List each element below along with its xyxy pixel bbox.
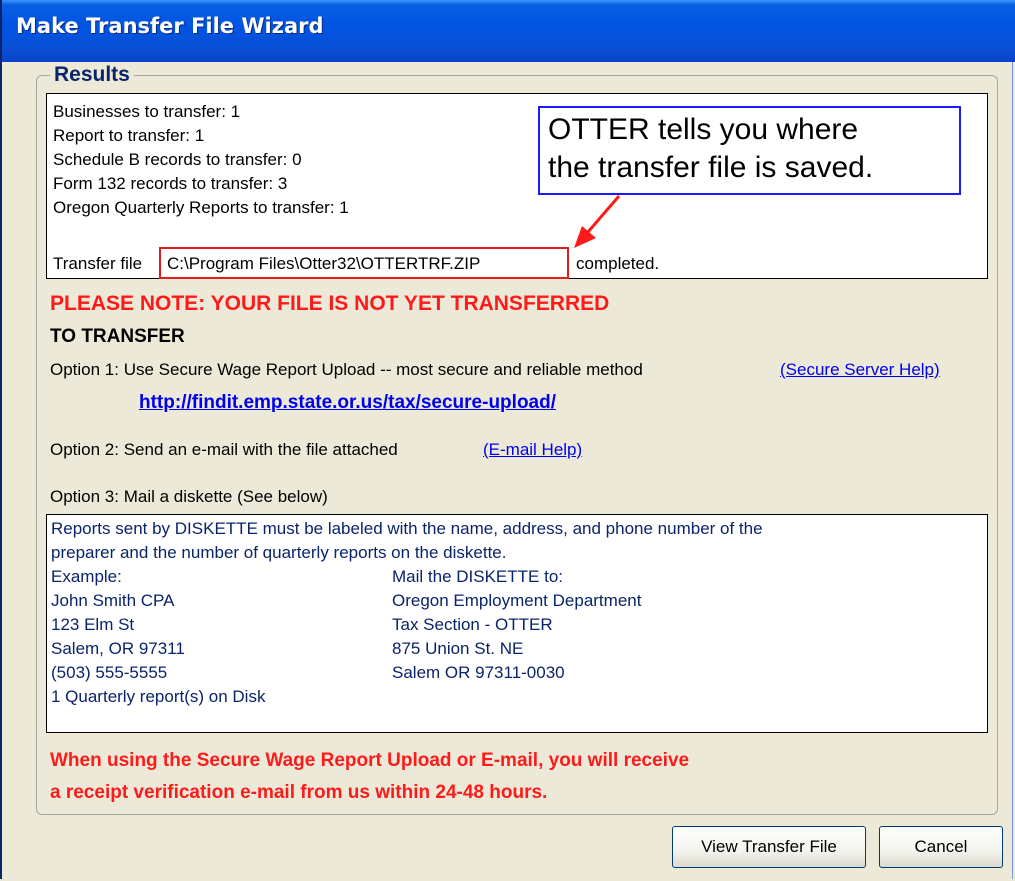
example-line: 123 Elm St — [51, 615, 135, 634]
view-transfer-file-button[interactable]: View Transfer File — [672, 826, 866, 868]
diskette-instructions-box[interactable]: Reports sent by DISKETTE must be labeled… — [46, 514, 988, 733]
email-help-link[interactable]: (E-mail Help) — [483, 440, 582, 460]
results-line: Form 132 records to transfer: 3 — [53, 174, 288, 193]
annotation-callout: OTTER tells you where the transfer file … — [538, 106, 961, 195]
example-line: Example: — [51, 567, 122, 586]
transfer-path-highlight — [159, 247, 569, 279]
option1-text: Option 1: Use Secure Wage Report Upload … — [50, 360, 643, 379]
callout-line1: OTTER tells you where — [548, 113, 859, 146]
wizard-window: Make Transfer File Wizard Results Busine… — [0, 0, 1015, 879]
mail-address-line: 875 Union St. NE — [392, 639, 524, 658]
option3-text: Option 3: Mail a diskette (See below) — [50, 487, 328, 506]
mail-address-line: Oregon Employment Department — [392, 591, 642, 610]
example-line: 1 Quarterly report(s) on Disk — [51, 687, 266, 706]
example-line: Salem, OR 97311 — [51, 639, 185, 658]
receipt-notice-line2: a receipt verification e-mail from us wi… — [50, 782, 548, 803]
diskette-intro-line: Reports sent by DISKETTE must be labeled… — [51, 519, 763, 538]
not-transferred-warning: PLEASE NOTE: YOUR FILE IS NOT YET TRANSF… — [50, 292, 610, 315]
mail-address-line: Tax Section - OTTER — [392, 615, 553, 634]
cancel-button[interactable]: Cancel — [879, 826, 1003, 868]
transfer-prefix: Transfer file — [53, 254, 143, 273]
diskette-intro-line: preparer and the number of quarterly rep… — [51, 543, 507, 562]
results-line: Schedule B records to transfer: 0 — [53, 150, 302, 169]
secure-upload-url-link[interactable]: http://findit.emp.state.or.us/tax/secure… — [139, 392, 556, 414]
option2-text: Option 2: Send an e-mail with the file a… — [50, 440, 398, 459]
results-line: Report to transfer: 1 — [53, 126, 205, 145]
callout-line2: the transfer file is saved. — [548, 151, 874, 184]
window-title: Make Transfer File Wizard — [16, 14, 324, 38]
secure-server-help-link[interactable]: (Secure Server Help) — [780, 360, 940, 380]
to-transfer-heading: TO TRANSFER — [50, 326, 185, 347]
transfer-suffix: completed. — [576, 254, 660, 273]
results-line: Oregon Quarterly Reports to transfer: 1 — [53, 198, 349, 217]
example-line: (503) 555-5555 — [51, 663, 168, 682]
receipt-notice-line1: When using the Secure Wage Report Upload… — [50, 750, 690, 771]
example-line: John Smith CPA — [51, 591, 175, 610]
results-line: Businesses to transfer: 1 — [53, 102, 241, 121]
mail-address-line: Salem OR 97311-0030 — [392, 663, 565, 682]
title-bar[interactable]: Make Transfer File Wizard — [2, 0, 1015, 62]
results-label: Results — [50, 63, 134, 87]
mail-address-line: Mail the DISKETTE to: — [392, 567, 563, 586]
